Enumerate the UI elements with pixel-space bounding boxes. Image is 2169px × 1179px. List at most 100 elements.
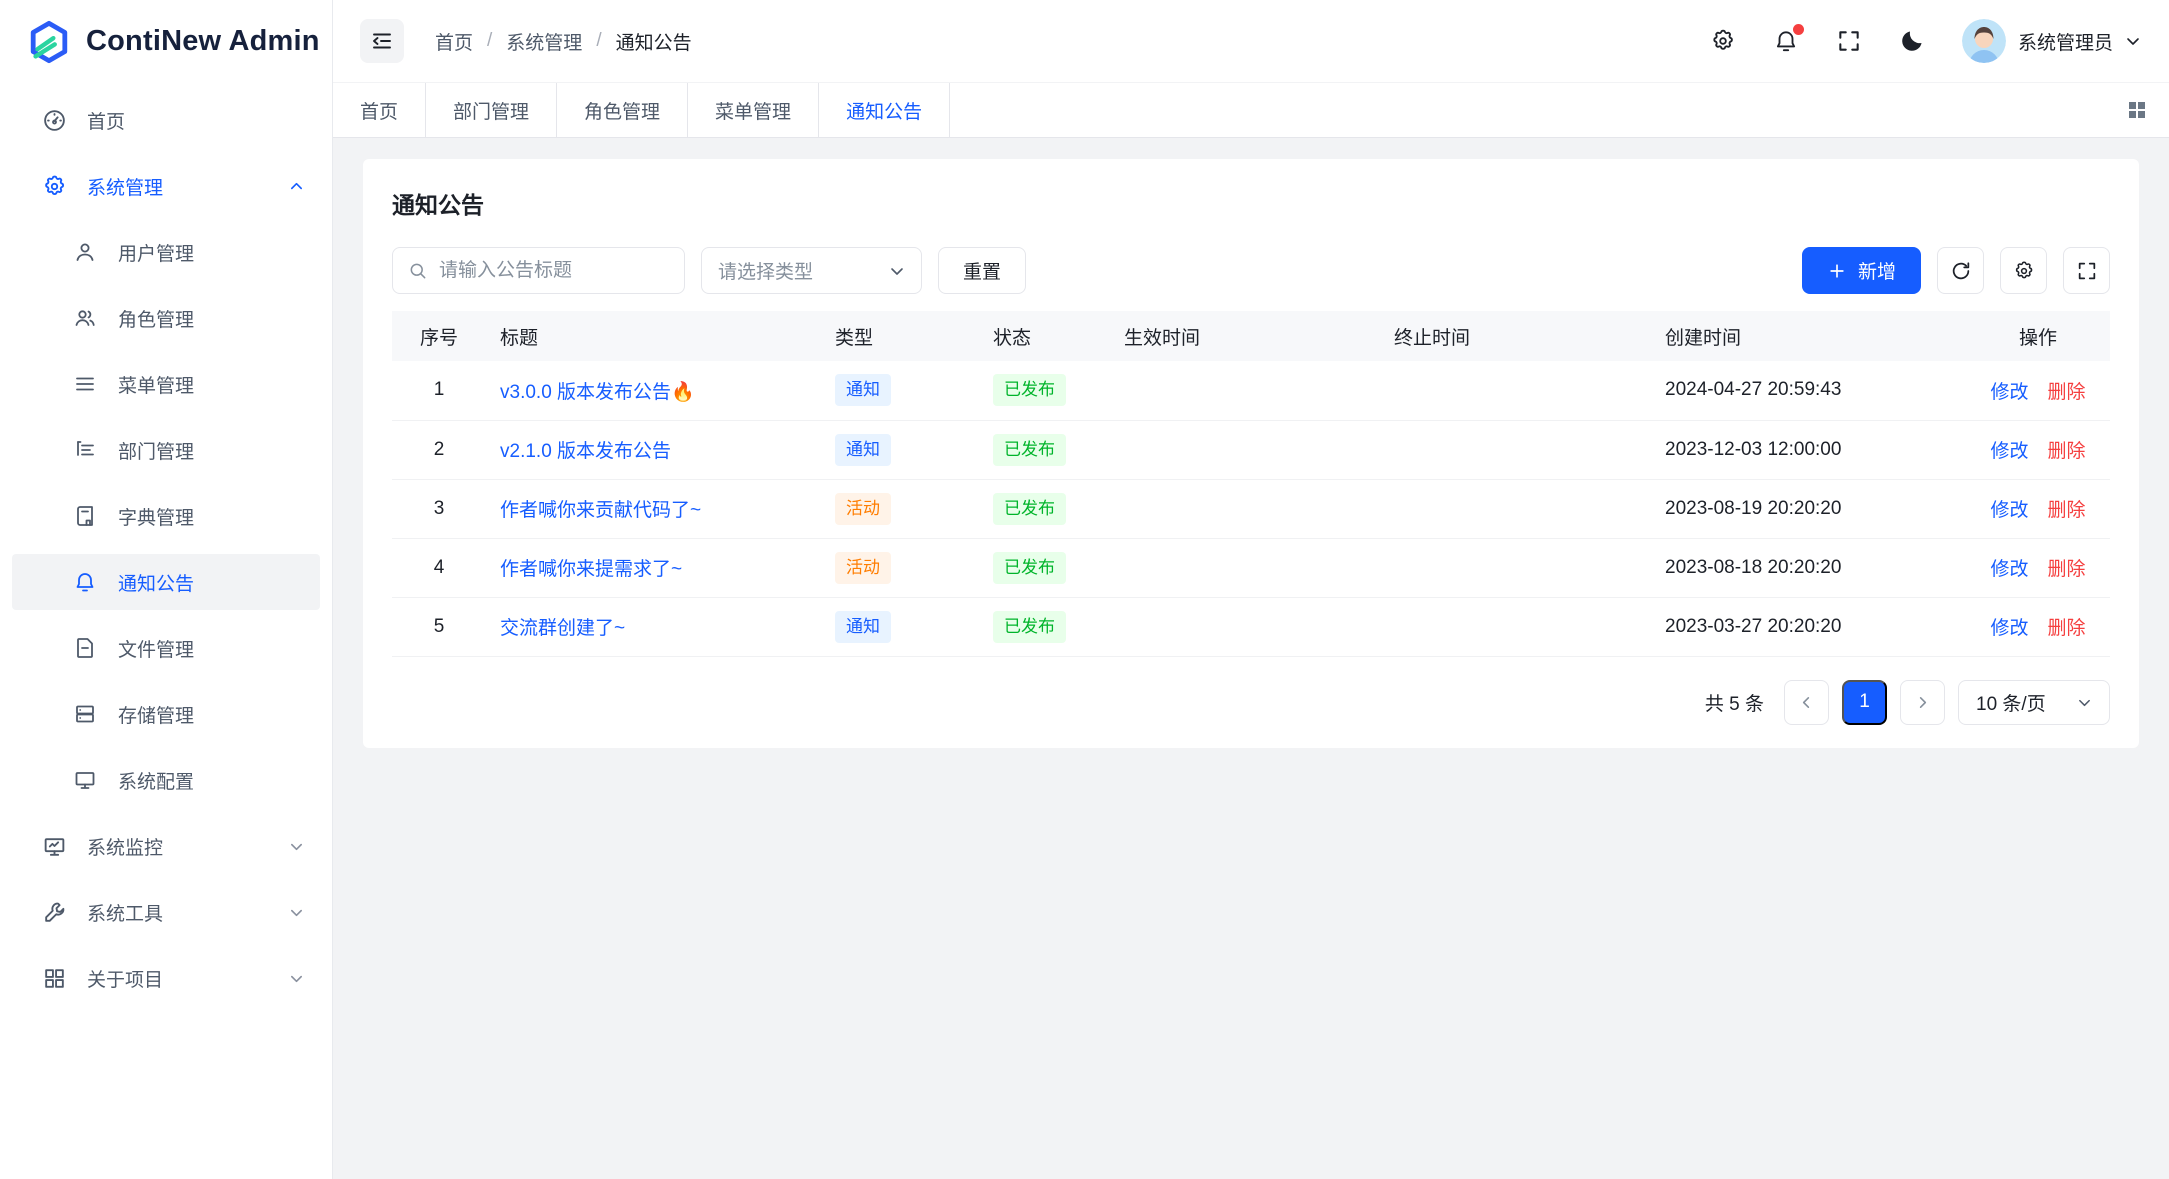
type-tag: 通知 [835,434,891,466]
add-button[interactable]: 新增 [1802,247,1921,294]
sidebar-item-label: 部门管理 [118,437,194,464]
tab-role-management[interactable]: 角色管理 [557,83,688,137]
breadcrumb: 首页 / 系统管理 / 通知公告 [435,28,692,55]
sidebar-item-menu-management[interactable]: 菜单管理 [12,356,320,412]
sidebar-item-label: 系统工具 [87,899,163,926]
sidebar-collapse-button[interactable] [360,19,404,63]
status-tag: 已发布 [993,611,1066,643]
app-logo-icon [26,19,72,65]
logo-row[interactable]: ContiNew Admin [0,0,332,83]
sidebar-item-label: 首页 [87,107,125,134]
created-time-cell: 2023-12-03 12:00:00 [1651,420,1966,479]
notice-title-link[interactable]: v2.1.0 版本发布公告 [500,441,671,462]
sidebar-item-system-config[interactable]: 系统配置 [12,752,320,808]
search-box [392,247,685,294]
notice-title-link[interactable]: v3.0.0 版本发布公告🔥 [500,382,695,403]
reset-button[interactable]: 重置 [938,247,1026,294]
sidebar-item-notice[interactable]: 通知公告 [12,554,320,610]
delete-link[interactable]: 删除 [2048,382,2086,403]
sidebar-item-dict-management[interactable]: 字典管理 [12,488,320,544]
delete-link[interactable]: 删除 [2048,441,2086,462]
wrench-icon [41,899,67,925]
refresh-button[interactable] [1937,247,1984,294]
header-actions: 系统管理员 [1710,19,2141,63]
chevron-down-icon [889,263,905,279]
sidebar-item-system-management[interactable]: 系统管理 [12,158,320,214]
type-tag: 活动 [835,493,891,525]
edit-link[interactable]: 修改 [1990,382,2028,403]
fullscreen-icon [2076,260,2098,282]
notice-card: 通知公告 请选择类型 重置 [363,159,2139,748]
page-size-select[interactable]: 10 条/页 [1958,680,2110,725]
edit-link[interactable]: 修改 [1990,500,2028,521]
page-number-button[interactable]: 1 [1842,680,1887,725]
table-fullscreen-button[interactable] [2063,247,2110,294]
edit-link[interactable]: 修改 [1990,441,2028,462]
prev-page-button[interactable] [1784,680,1829,725]
notice-title-link[interactable]: 作者喊你来提需求了~ [500,559,682,580]
notification-badge [1793,24,1804,35]
tab-menu-management[interactable]: 菜单管理 [688,83,819,137]
fullscreen-icon[interactable] [1836,28,1862,54]
tab-home[interactable]: 首页 [333,83,426,137]
table-settings-button[interactable] [2000,247,2047,294]
sidebar: ContiNew Admin 首页 系统管理 [0,0,333,1179]
tab-notice[interactable]: 通知公告 [819,83,950,137]
user-menu[interactable]: 系统管理员 [1962,19,2141,63]
effective-time-cell [1110,420,1380,479]
sidebar-item-label: 通知公告 [118,569,194,596]
chevron-down-icon [289,971,304,986]
row-no: 2 [392,420,486,479]
tab-dept-management[interactable]: 部门管理 [426,83,557,137]
sidebar-item-user-management[interactable]: 用户管理 [12,224,320,280]
dark-mode-moon-icon[interactable] [1899,28,1925,54]
sidebar-item-label: 系统监控 [87,833,163,860]
sidebar-item-label: 系统管理 [87,173,163,200]
sidebar-item-about-project[interactable]: 关于项目 [12,950,320,1006]
sidebar-item-home[interactable]: 首页 [12,92,320,148]
delete-link[interactable]: 删除 [2048,618,2086,639]
delete-link[interactable]: 删除 [2048,559,2086,580]
bell-icon [72,569,98,595]
col-header-effective-time: 生效时间 [1110,311,1380,361]
tabbar: 首页 部门管理 角色管理 菜单管理 通知公告 [333,83,2169,138]
sidebar-item-dept-management[interactable]: 部门管理 [12,422,320,478]
edit-link[interactable]: 修改 [1990,559,2028,580]
monitor-chart-icon [41,833,67,859]
effective-time-cell [1110,361,1380,420]
col-header-status: 状态 [979,311,1110,361]
sidebar-item-label: 字典管理 [118,503,194,530]
main-column: 首页 / 系统管理 / 通知公告 [333,0,2169,1179]
search-input[interactable] [439,260,669,282]
sidebar-item-role-management[interactable]: 角色管理 [12,290,320,346]
next-page-button[interactable] [1900,680,1945,725]
created-time-cell: 2023-08-18 20:20:20 [1651,538,1966,597]
status-tag: 已发布 [993,493,1066,525]
breadcrumb-home[interactable]: 首页 [435,28,473,55]
sidebar-item-label: 用户管理 [118,239,194,266]
breadcrumb-system[interactable]: 系统管理 [506,28,582,55]
sidebar-item-label: 角色管理 [118,305,194,332]
menu-lines-icon [72,371,98,397]
sidebar-item-storage-management[interactable]: 存储管理 [12,686,320,742]
storage-icon [72,701,98,727]
notice-title-link[interactable]: 作者喊你来贡献代码了~ [500,500,701,521]
file-icon [72,635,98,661]
dictionary-icon [72,503,98,529]
edit-link[interactable]: 修改 [1990,618,2028,639]
tab-actions-grid-icon[interactable] [2105,83,2169,137]
notifications-bell-icon[interactable] [1773,28,1799,54]
chevron-down-icon [2125,33,2141,49]
sidebar-item-system-monitor[interactable]: 系统监控 [12,818,320,874]
effective-time-cell [1110,479,1380,538]
delete-link[interactable]: 删除 [2048,500,2086,521]
type-select[interactable]: 请选择类型 [701,247,922,294]
pagination: 共 5 条 1 10 条/页 [392,680,2110,725]
created-time-cell: 2024-04-27 20:59:43 [1651,361,1966,420]
table-header-row: 序号 标题 类型 状态 生效时间 终止时间 创建时间 操作 [392,311,2110,361]
settings-icon[interactable] [1710,28,1736,54]
sidebar-item-file-management[interactable]: 文件管理 [12,620,320,676]
notice-title-link[interactable]: 交流群创建了~ [500,618,625,639]
status-tag: 已发布 [993,434,1066,466]
sidebar-item-system-tools[interactable]: 系统工具 [12,884,320,940]
